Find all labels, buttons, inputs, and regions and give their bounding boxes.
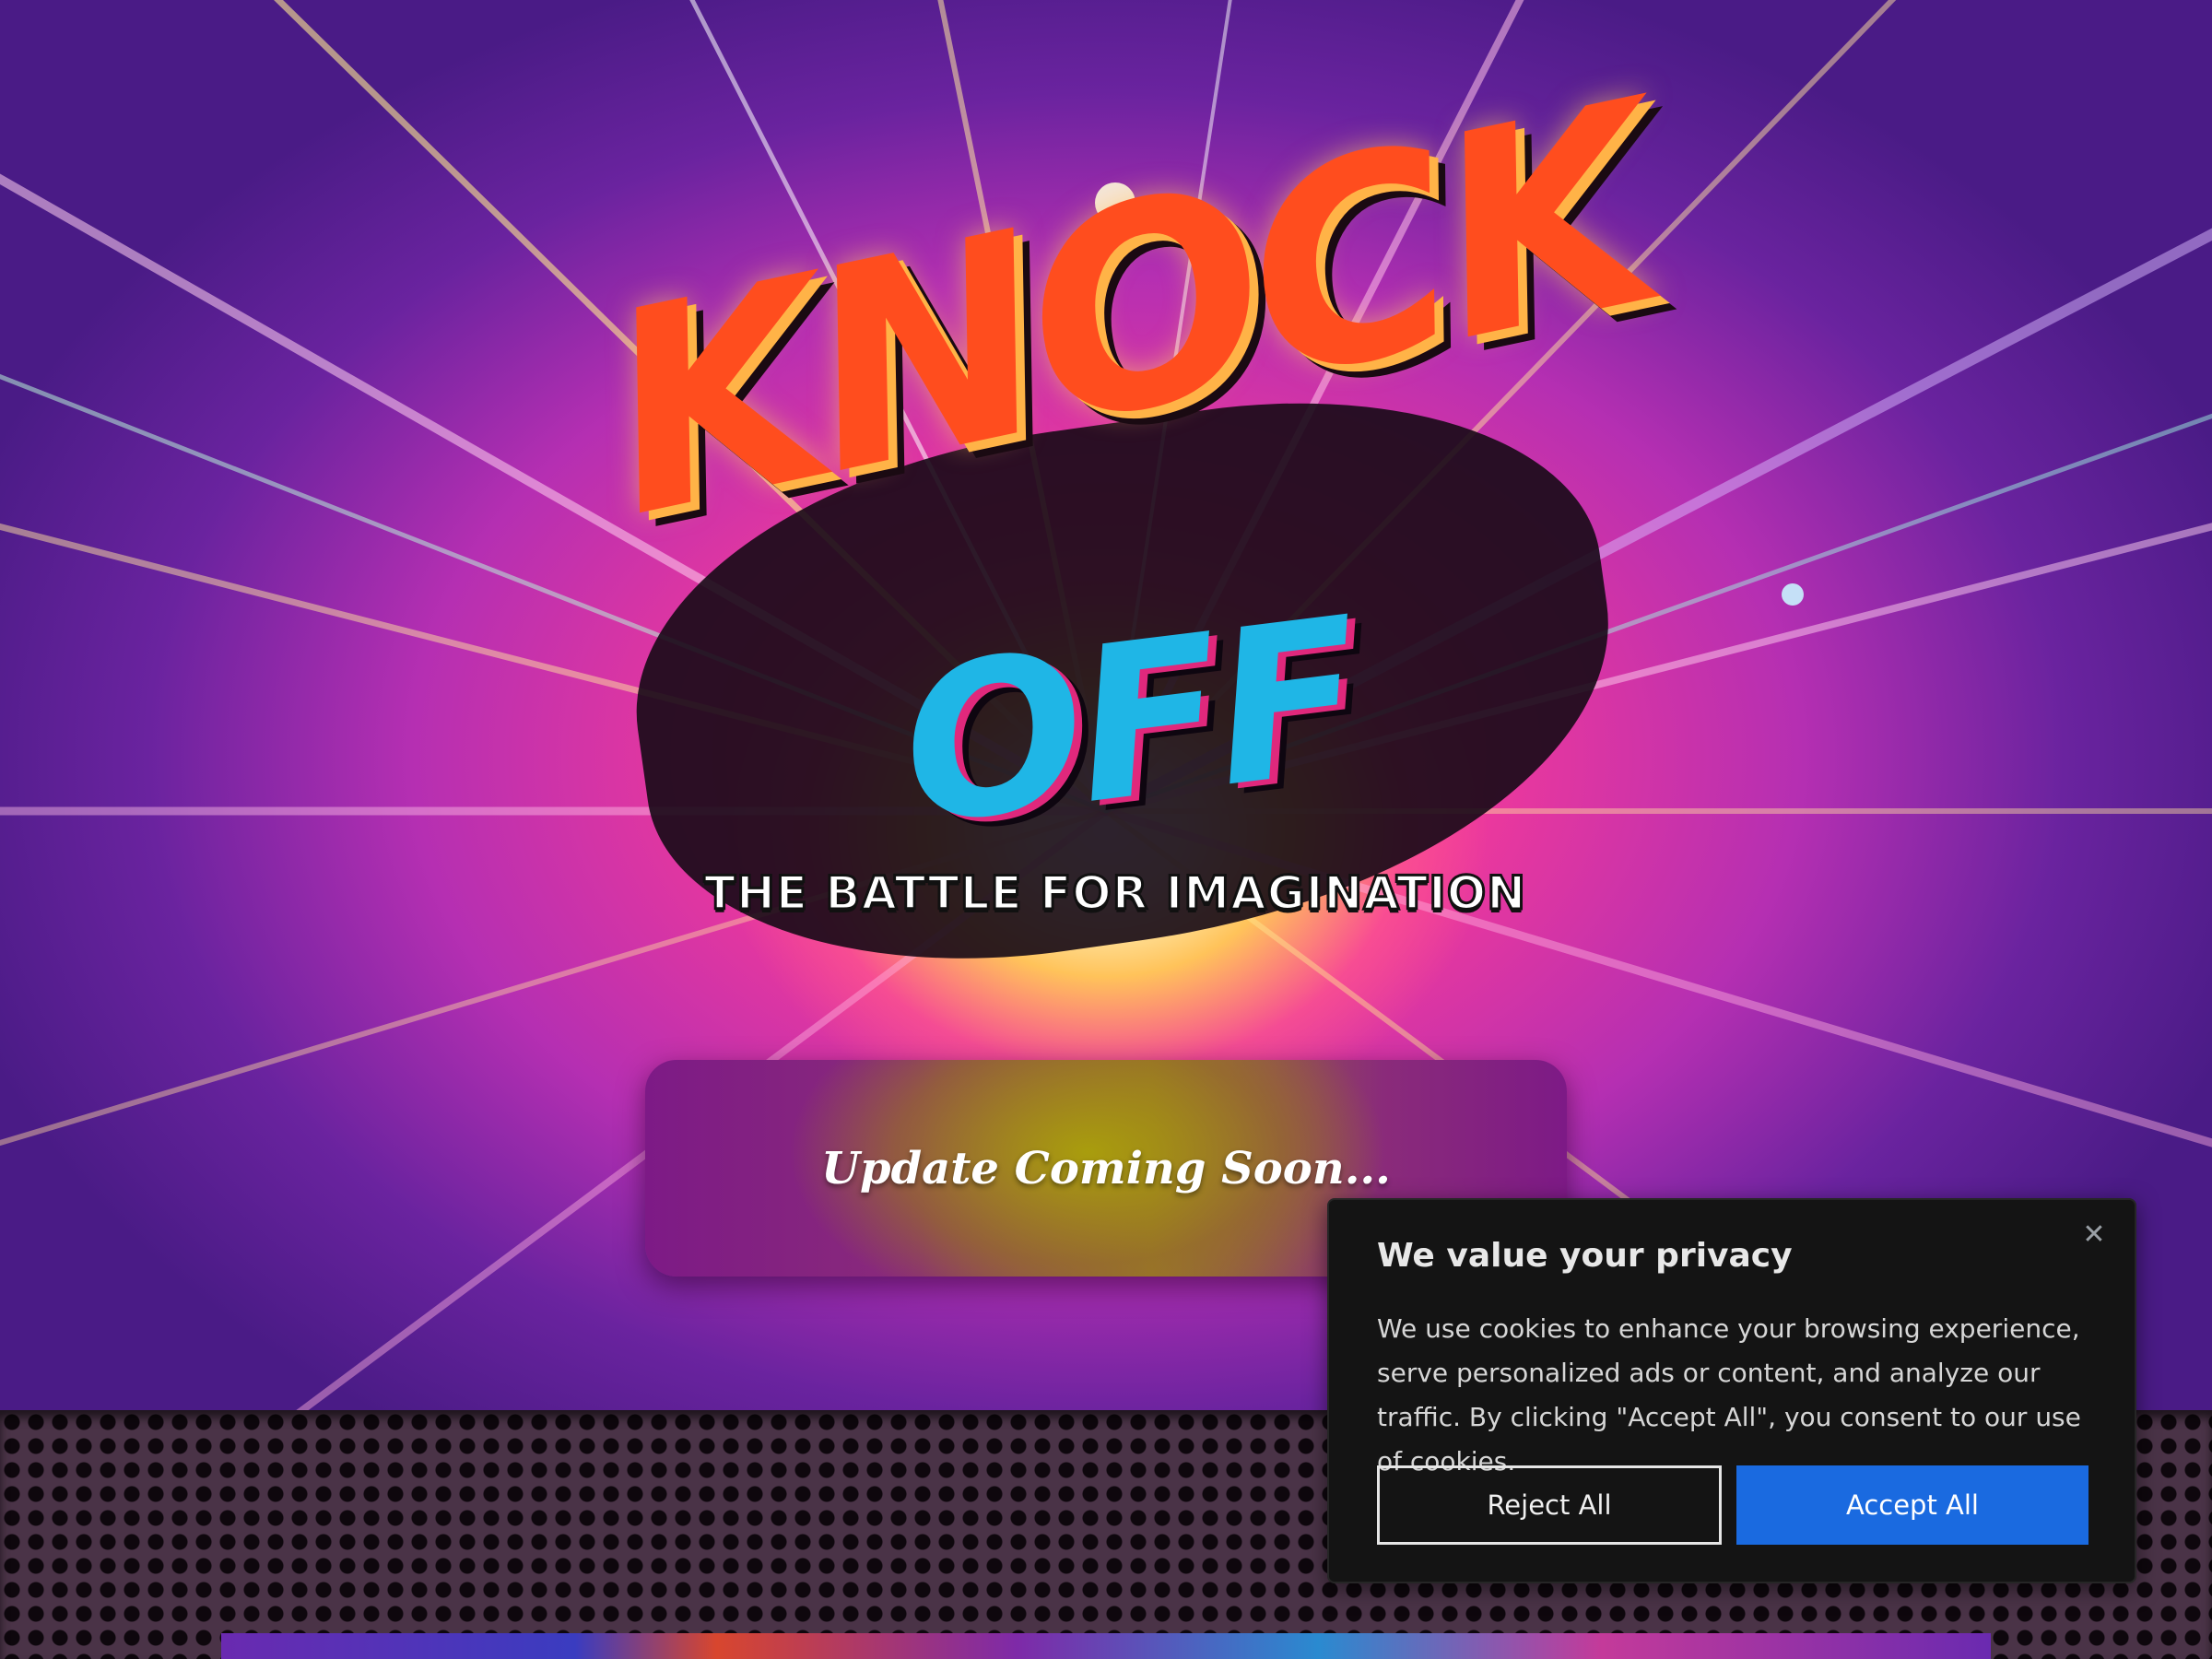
content-banner-peek (221, 1633, 1991, 1659)
cookie-consent-banner: ✕ We value your privacy We use cookies t… (1327, 1198, 2136, 1583)
logo-tagline: THE BATTLE FOR IMAGINATION (702, 865, 1527, 922)
cookie-title: We value your privacy (1377, 1237, 1793, 1275)
game-logo: KNOCK OFF THE BATTLE FOR IMAGINATION (516, 44, 1751, 1006)
logo-title-off: OFF (889, 573, 1371, 873)
update-text: Update Coming Soon... (821, 1142, 1391, 1194)
reject-all-button[interactable]: Reject All (1377, 1465, 1722, 1545)
accept-all-button[interactable]: Accept All (1736, 1465, 2088, 1545)
cookie-description: We use cookies to enhance your browsing … (1377, 1313, 2081, 1477)
close-icon[interactable]: ✕ (2077, 1218, 2111, 1252)
